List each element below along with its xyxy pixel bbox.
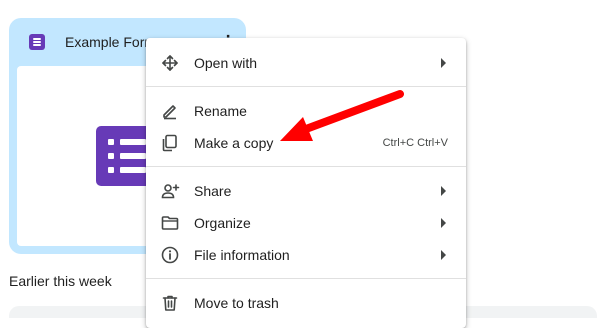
- file-title: Example Form: [65, 34, 157, 50]
- submenu-arrow-icon: [441, 58, 446, 68]
- submenu-arrow-icon: [441, 250, 446, 260]
- menu-divider: [146, 278, 466, 279]
- google-forms-icon: [29, 34, 45, 50]
- menu-item-label: Move to trash: [194, 295, 279, 311]
- person-add-icon: [161, 184, 180, 199]
- info-icon: [161, 246, 179, 264]
- pencil-icon: [163, 105, 176, 120]
- menu-item-label: Organize: [194, 215, 251, 231]
- menu-item-label: Rename: [194, 103, 247, 119]
- copy-icon: [162, 134, 177, 152]
- section-heading: Earlier this week: [9, 273, 112, 289]
- submenu-arrow-icon: [441, 186, 446, 196]
- menu-item-label: Make a copy: [194, 135, 274, 151]
- menu-item-label: Open with: [194, 55, 258, 71]
- menu-divider: [146, 166, 466, 167]
- menu-item-label: Share: [194, 183, 232, 199]
- submenu-arrow-icon: [441, 218, 446, 228]
- folder-icon: [161, 216, 179, 230]
- trash-icon: [162, 295, 178, 311]
- menu-item-move-to-trash[interactable]: Move to trash: [146, 287, 466, 319]
- menu-item-file-information[interactable]: File information: [146, 239, 466, 271]
- menu-item-organize[interactable]: Organize: [146, 207, 466, 239]
- annotation-arrow: [280, 90, 404, 141]
- context-menu: Open with Rename Make a copy Ctrl+C Ctrl…: [146, 38, 466, 328]
- move-arrows-icon: [162, 55, 178, 71]
- menu-item-share[interactable]: Share: [146, 175, 466, 207]
- menu-item-open-with[interactable]: Open with: [146, 47, 466, 79]
- menu-item-label: File information: [194, 247, 290, 263]
